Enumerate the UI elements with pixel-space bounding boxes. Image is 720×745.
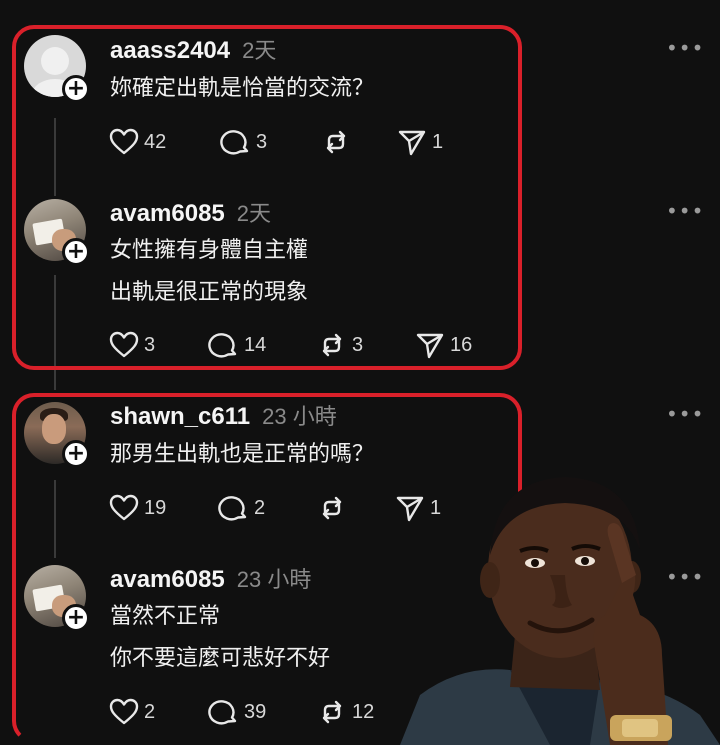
action-bar: 3 14 3 16 [108,329,528,361]
share-button[interactable]: 16 [414,329,472,361]
repost-button[interactable]: 12 [316,696,374,728]
follow-plus-icon[interactable]: + [62,238,90,266]
comment-icon [208,700,237,725]
repost-button[interactable] [320,126,356,158]
timestamp: 23 小時 [262,404,337,429]
post-text: 當然不正常 你不要這麼可悲好不好 [110,604,331,671]
like-count: 19 [144,496,167,519]
comment-button[interactable]: 39 [208,696,266,728]
comment-count: 14 [244,333,267,356]
username[interactable]: aaass2404 2天 [110,33,276,65]
share-button[interactable]: 1 [396,126,443,158]
repost-icon [322,496,342,520]
like-button[interactable]: 42 [108,126,166,158]
share-count: 16 [450,333,473,356]
meme-image [400,465,720,745]
like-button[interactable]: 19 [108,492,166,524]
timestamp: 2天 [242,38,277,63]
username[interactable]: shawn_c611 23 小時 [110,399,337,431]
username[interactable]: avam6085 2天 [110,196,271,228]
more-icon[interactable]: ••• [666,36,704,60]
post-text: 那男生出軌也是正常的嗎？ [110,442,375,467]
timestamp: 2天 [236,201,272,226]
comment-button[interactable]: 14 [208,329,266,361]
more-icon[interactable]: ••• [666,199,704,223]
post-text: 女性擁有身體自主權 出軌是很正常的現象 [110,238,309,305]
heart-icon [109,698,139,725]
heart-icon [109,494,139,521]
repost-icon [326,130,346,154]
comment-button[interactable]: 2 [218,492,265,524]
more-icon[interactable]: ••• [666,402,704,426]
follow-plus-icon[interactable]: + [62,604,90,632]
comment-count: 2 [254,496,266,519]
action-bar: 42 3 1 [108,126,528,158]
share-icon [416,333,444,359]
repost-button[interactable] [316,492,352,524]
repost-button[interactable]: 3 [316,329,363,361]
follow-plus-icon[interactable]: + [62,75,90,103]
repost-icon [322,333,342,357]
comment-button[interactable]: 3 [220,126,267,158]
like-button[interactable]: 3 [108,329,155,361]
like-count: 3 [144,333,156,356]
share-icon [398,130,426,156]
timestamp: 23 小時 [236,567,312,592]
post-text: 妳確定出軌是恰當的交流？ [110,76,375,101]
like-button[interactable]: 2 [108,696,155,728]
like-count: 42 [144,130,167,153]
comment-icon [218,496,247,521]
comment-count: 3 [256,130,268,153]
follow-plus-icon[interactable]: + [62,440,90,468]
repost-icon [322,700,342,724]
heart-icon [109,331,139,358]
repost-count: 12 [352,700,375,723]
like-count: 2 [144,700,156,723]
repost-count: 3 [352,333,364,356]
comment-icon [208,333,237,358]
comment-icon [220,130,249,155]
heart-icon [109,128,139,155]
comment-count: 39 [244,700,267,723]
share-count: 1 [432,130,444,153]
username[interactable]: avam6085 23 小時 [110,562,311,594]
